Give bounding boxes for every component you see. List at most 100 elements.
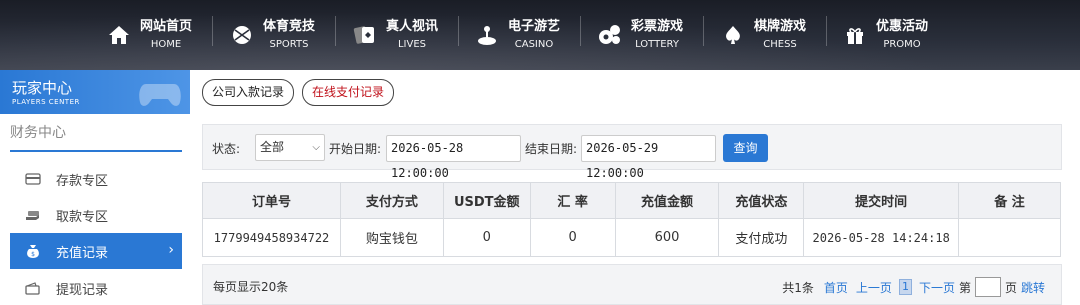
cell-usdt-amount: 0 — [442, 218, 531, 257]
sidebar-item-label: 充值记录 — [56, 245, 109, 261]
end-date-input[interactable]: 2026-05-29 12:00:00 — [581, 135, 716, 180]
nav-divider — [580, 16, 581, 46]
gift-icon — [842, 22, 868, 48]
main-panel: 公司入款记录 在线支付记录 状态: 全部 ⌵ 开始日期: 2026-05-28 … — [190, 70, 1080, 305]
nav-label: 优惠活动 — [876, 18, 929, 34]
nav-divider — [826, 16, 827, 46]
nav-label: 体育竞技 — [263, 18, 316, 34]
spade-icon — [720, 22, 746, 48]
sidebar-subtitle: PLAYERS CENTER — [12, 98, 80, 106]
nav-promo[interactable]: 优惠活动 PROMO — [842, 0, 928, 70]
nav-lottery[interactable]: 彩票游戏 LOTTERY — [597, 0, 683, 70]
nav-label: 网站首页 — [140, 18, 193, 34]
sidebar-section-title: 财务中心 — [10, 125, 66, 141]
total-count: 共1条 — [782, 280, 814, 295]
nav-sports[interactable]: 体育竞技 SPORTS — [229, 0, 315, 70]
per-page-text: 每页显示20条 — [213, 280, 289, 294]
first-page-link[interactable]: 首页 — [824, 279, 848, 296]
tab-online-payment-records[interactable]: 在线支付记录 — [302, 79, 395, 106]
chevron-right-icon: › — [168, 242, 174, 258]
cell-payment-method: 购宝钱包 — [339, 218, 444, 257]
svg-text:$: $ — [31, 251, 35, 258]
status-label: 状态: — [212, 142, 241, 156]
nav-sublabel: PROMO — [883, 38, 921, 50]
col-header-amount: 充值金额 — [614, 182, 720, 219]
col-header-usdt-amount: USDT金额 — [442, 182, 531, 219]
nav-chess[interactable]: 棋牌游戏 CHESS — [720, 0, 806, 70]
nav-divider — [335, 16, 336, 46]
cards-icon — [352, 22, 378, 48]
jump-link[interactable]: 跳转 — [1021, 279, 1045, 296]
pagination-bar: 每页显示20条 共1条 首页 上一页 1 下一页 第 页 跳转 — [202, 264, 1062, 305]
moneybag-icon: $ — [24, 242, 42, 260]
nav-home[interactable]: 网站首页 HOME — [106, 0, 192, 70]
nav-divider — [703, 16, 704, 46]
prev-page-link[interactable]: 上一页 — [856, 279, 892, 296]
table-row: 1779949458934722 购宝钱包 0 0 600 支付成功 2026-… — [202, 218, 1061, 257]
filter-bar: 状态: 全部 ⌵ 开始日期: 2026-05-28 12:00:00 结束日期:… — [202, 124, 1062, 180]
col-header-status: 充值状态 — [718, 182, 805, 219]
sidebar-item-label: 存款专区 — [56, 173, 109, 189]
nav-casino[interactable]: 电子游艺 CASINO — [474, 0, 560, 70]
cell-status: 支付成功 — [718, 218, 805, 257]
col-header-payment-method: 支付方式 — [339, 182, 444, 219]
top-nav: 网站首页 HOME 体育竞技 SPORTS 真人视讯 LIVES 电子游艺 CASINO… — [0, 0, 1080, 70]
end-date-label: 结束日期: — [525, 142, 578, 156]
nav-label: 真人视讯 — [386, 18, 439, 34]
col-header-order-id: 订单号 — [202, 182, 341, 219]
card-icon — [24, 170, 42, 188]
sidebar-title: 玩家中心 — [12, 79, 73, 97]
cash-icon — [24, 206, 42, 224]
current-page[interactable]: 1 — [898, 279, 912, 295]
tab-company-deposit-records[interactable]: 公司入款记录 — [202, 79, 295, 106]
nav-lives[interactable]: 真人视讯 LIVES — [352, 0, 438, 70]
cell-rate: 0 — [529, 218, 616, 257]
query-button[interactable]: 查询 — [723, 134, 768, 162]
nav-sublabel: LOTTERY — [635, 38, 679, 50]
start-date-input[interactable]: 2026-05-28 12:00:00 — [386, 135, 521, 180]
col-header-remark: 备 注 — [958, 182, 1061, 219]
cell-submit-time: 2026-05-28 14:24:18 — [803, 218, 960, 257]
records-table: 订单号 支付方式 USDT金额 汇 率 充值金额 充值状态 提交时间 备 注 1… — [202, 182, 1061, 257]
nav-sublabel: LIVES — [397, 38, 427, 50]
nav-sublabel: CHESS — [763, 38, 797, 50]
sidebar-item-withdraw[interactable]: 取款专区 — [10, 197, 182, 233]
cell-amount: 600 — [614, 218, 720, 257]
sidebar-item-recharge-records[interactable]: $ 充值记录 › — [10, 233, 182, 269]
nav-sublabel: HOME — [150, 38, 182, 50]
nav-label: 棋牌游戏 — [754, 18, 807, 34]
status-select-value: 全部 — [260, 140, 285, 154]
sidebar: 玩家中心 PLAYERS CENTER 财务中心 存款专区 取款专区 $ 充值记… — [0, 70, 190, 305]
sidebar-item-label: 取款专区 — [56, 209, 109, 225]
page-number-input[interactable] — [974, 277, 1001, 297]
sidebar-item-withdraw-records[interactable]: 提现记录 — [10, 270, 182, 305]
lottery-balls-icon — [597, 22, 623, 48]
nav-label: 电子游艺 — [508, 18, 561, 34]
joystick-icon — [474, 22, 500, 48]
home-icon — [106, 22, 132, 48]
col-header-submit-time: 提交时间 — [803, 182, 960, 219]
gamepad-icon — [139, 84, 181, 106]
nav-sublabel: SPORTS — [269, 38, 309, 50]
page-prefix: 第 — [958, 280, 971, 295]
nav-label: 彩票游戏 — [631, 18, 684, 34]
sidebar-section-underline — [10, 150, 182, 152]
nav-sublabel: CASINO — [514, 38, 554, 50]
nav-divider — [212, 16, 213, 46]
start-date-label: 开始日期: — [329, 142, 382, 156]
ball-icon — [229, 22, 255, 48]
nav-divider — [458, 16, 459, 46]
next-page-link[interactable]: 下一页 — [919, 279, 955, 296]
table-header-row: 订单号 支付方式 USDT金额 汇 率 充值金额 充值状态 提交时间 备 注 — [202, 182, 1061, 219]
sidebar-item-deposit[interactable]: 存款专区 — [10, 161, 182, 197]
page-suffix: 页 — [1004, 280, 1017, 295]
sidebar-header: 玩家中心 PLAYERS CENTER — [0, 70, 190, 114]
cell-remark — [958, 218, 1061, 257]
col-header-rate: 汇 率 — [529, 182, 616, 219]
pagination-controls: 共1条 首页 上一页 1 下一页 第 页 跳转 — [782, 277, 1049, 297]
wallet-icon — [24, 279, 42, 297]
cell-order-id: 1779949458934722 — [202, 218, 341, 257]
sidebar-item-label: 提现记录 — [56, 282, 109, 298]
status-select[interactable]: 全部 ⌵ — [255, 134, 325, 161]
chevron-down-icon: ⌵ — [312, 142, 320, 153]
